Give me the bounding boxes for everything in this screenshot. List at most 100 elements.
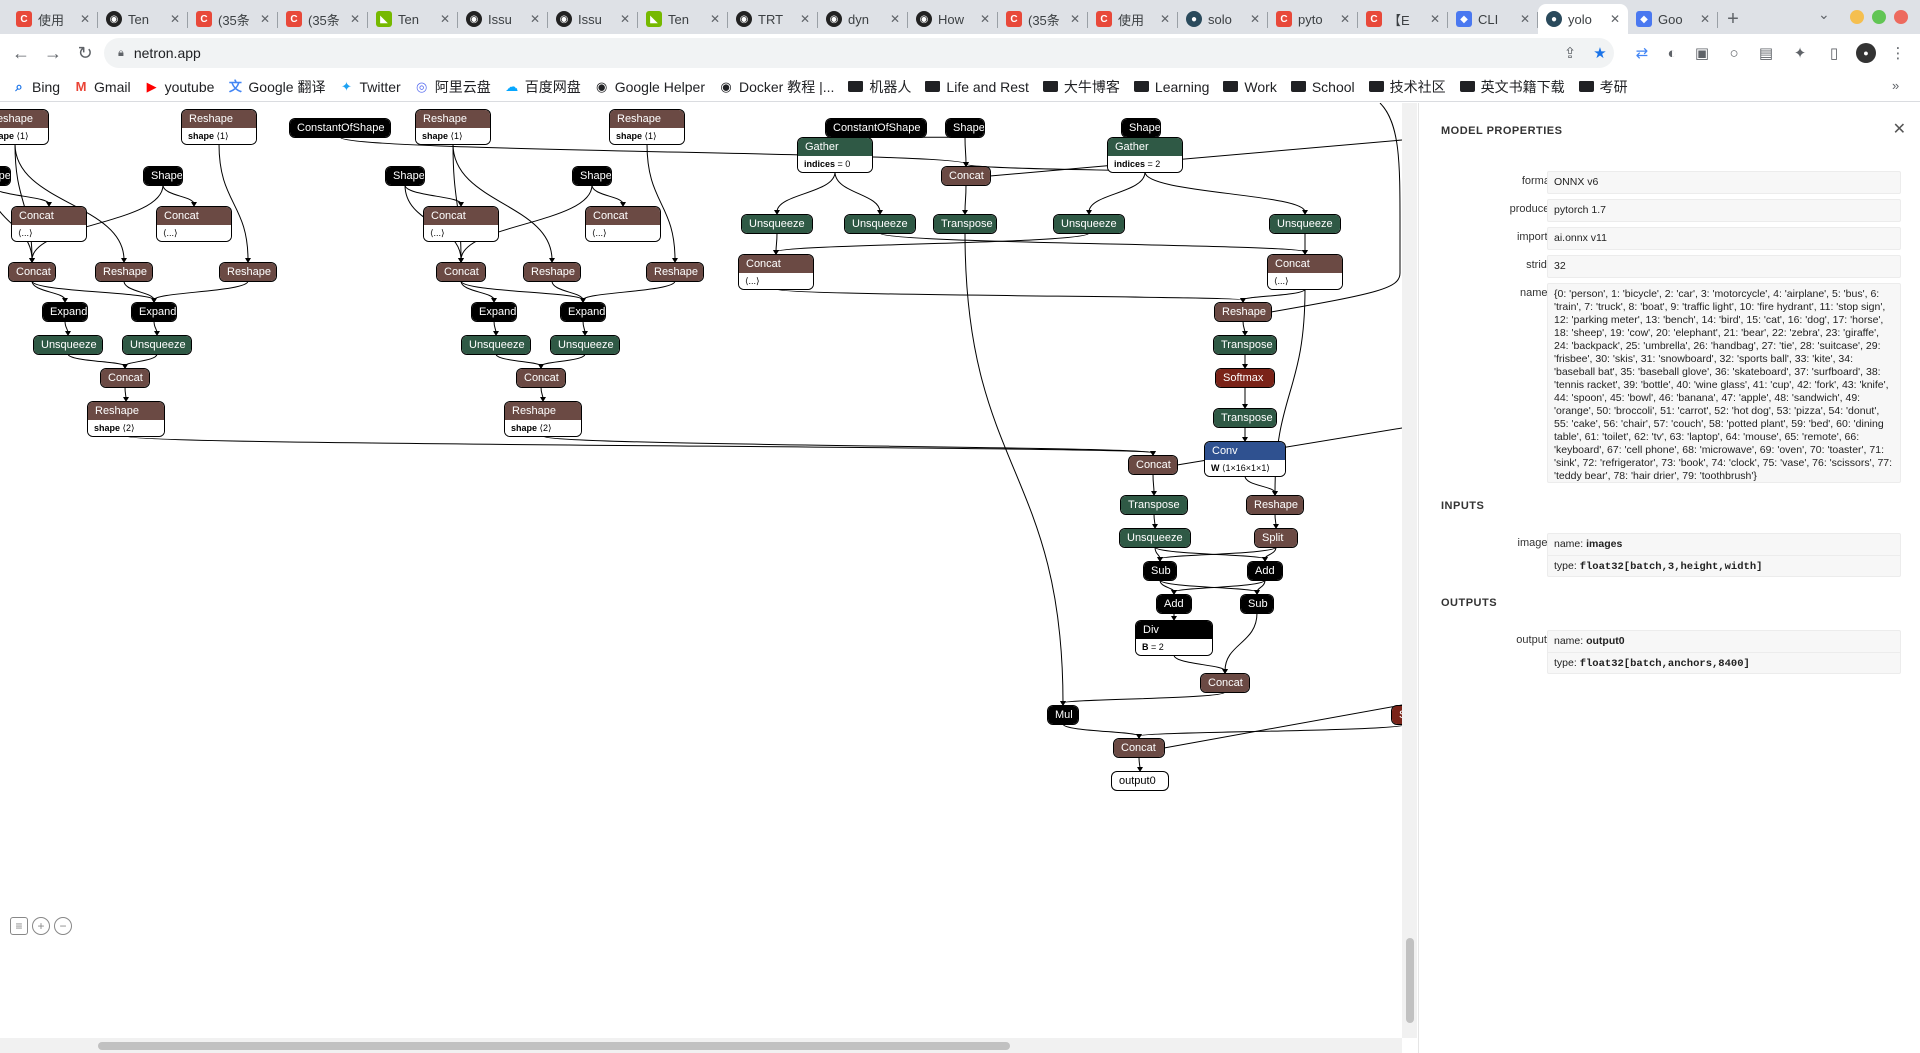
tab-close-icon[interactable]: ✕ [1610,12,1620,26]
bookmark-link[interactable]: ☁ 百度网盘 [505,77,581,97]
graph-node-unsqueeze[interactable]: Unsqueeze [462,336,530,354]
tab-close-icon[interactable]: ✕ [350,12,360,26]
extension-icon-2[interactable]: ▣ [1692,43,1712,63]
tab-close-icon[interactable]: ✕ [1250,12,1260,26]
browser-tab[interactable]: C (35条 ✕ [998,4,1088,34]
bookmark-folder[interactable]: School [1290,79,1355,95]
browser-tab[interactable]: C (35条 ✕ [188,4,278,34]
browser-tab[interactable]: ◉ Issu ✕ [458,4,548,34]
tab-close-icon[interactable]: ✕ [1520,12,1530,26]
graph-node-reshape[interactable]: Reshape [1247,496,1303,514]
graph-node-unsqueeze[interactable]: Unsqueeze [123,336,191,354]
output-box[interactable]: name: output0 type: float32[batch,anchor… [1547,630,1901,674]
graph-node-concat[interactable]: Concat ⟨...⟩ [1268,255,1342,289]
graph-node-expand[interactable]: Expand [43,303,87,321]
browser-tab[interactable]: ◉ dyn ✕ [818,4,908,34]
bookmarks-overflow-icon[interactable]: » [1892,78,1899,93]
browser-tab[interactable]: ◣ Ten ✕ [368,4,458,34]
graph-node-concat[interactable]: Concat [1114,739,1164,757]
browser-tab[interactable]: C 【E ✕ [1358,4,1448,34]
tab-close-icon[interactable]: ✕ [890,12,900,26]
browser-tab[interactable]: ◣ Ten ✕ [638,4,728,34]
extension-icon-3[interactable]: ○ [1724,43,1744,63]
graph-node-transpose[interactable]: Transpose [1214,336,1276,354]
graph-node-softmax[interactable]: Softmax [1216,369,1274,387]
tab-close-icon[interactable]: ✕ [710,12,720,26]
tab-close-icon[interactable]: ✕ [260,12,270,26]
browser-tab[interactable]: ◉ Issu ✕ [548,4,638,34]
maximize-button[interactable] [1872,10,1886,24]
tab-close-icon[interactable]: ✕ [620,12,630,26]
graph-node-constantofshape[interactable]: ConstantOfShape [290,119,390,137]
minimize-button[interactable] [1850,10,1864,24]
horizontal-scrollbar[interactable] [0,1038,1402,1053]
graph-node-unsqueeze[interactable]: Unsqueeze [551,336,619,354]
graph-node-shape[interactable]: Shape [1122,119,1160,137]
tab-close-icon[interactable]: ✕ [80,12,90,26]
graph-node-concat[interactable]: Concat ⟨...⟩ [739,255,813,289]
graph-node-div[interactable]: Div B = 2 [1136,621,1212,655]
graph-node-unsqueeze[interactable]: Unsqueeze [742,215,812,233]
graph-canvas[interactable]: Reshapeshape ⟨1⟩ Reshapeshape ⟨1⟩ Constant… [0,103,1402,1053]
zoom-in-icon[interactable]: + [32,917,50,935]
browser-tab[interactable]: C (35条 ✕ [278,4,368,34]
horizontal-scroll-thumb[interactable] [98,1042,1010,1050]
graph-node-unsqueeze[interactable]: Unsqueeze [845,215,915,233]
extension-icon[interactable]: ◐ [1662,43,1682,63]
bookmark-folder[interactable]: Life and Rest [925,79,1029,95]
graph-node-expand[interactable]: Expand [472,303,516,321]
input-box[interactable]: name: images type: float32[batch,3,heigh… [1547,533,1901,577]
browser-tab[interactable]: ◆ CLI ✕ [1448,4,1538,34]
graph-node-reshape[interactable]: Reshape [524,263,580,281]
bookmark-folder[interactable]: Learning [1133,79,1209,95]
sidebar-toggle-icon[interactable]: ≡ [10,917,28,935]
bookmark-link[interactable]: ✦ Twitter [339,79,401,95]
vertical-scroll-thumb[interactable] [1406,938,1414,1023]
browser-tab[interactable]: ◆ Goo ✕ [1628,4,1718,34]
graph-node-concat[interactable]: Concat [517,369,565,387]
tab-close-icon[interactable]: ✕ [440,12,450,26]
browser-tab[interactable]: Cpyto ✕ [1268,4,1358,34]
tab-close-icon[interactable]: ✕ [1070,12,1080,26]
graph-node-gather[interactable]: Gather indices = 2 [1108,138,1182,172]
bookmark-link[interactable]: 文 Google 翻译 [228,77,326,97]
tab-close-icon[interactable]: ✕ [1430,12,1440,26]
bookmark-folder[interactable]: 英文书籍下载 [1459,77,1565,97]
bookmark-link[interactable]: ▶ youtube [145,79,215,95]
graph-node-sig[interactable]: Sig [1392,706,1402,724]
graph-node-reshape[interactable]: Reshape [647,263,703,281]
graph-node-add[interactable]: Add [1157,595,1191,613]
tab-close-icon[interactable]: ✕ [1160,12,1170,26]
graph-node-conv[interactable]: Conv W ⟨1×16×1×1⟩ [1205,442,1285,476]
graph-node-concat[interactable]: Concat ⟨...⟩ [424,207,498,241]
graph-node-concat[interactable]: Concat [9,263,55,281]
graph-node-shape[interactable]: Shape [946,119,984,137]
bookmark-link[interactable]: M Gmail [74,79,131,95]
graph-node-reshape[interactable]: Reshapeshape ⟨1⟩ [182,110,256,144]
graph-node-reshape[interactable]: Reshape [1215,303,1271,321]
tab-close-icon[interactable]: ✕ [980,12,990,26]
graph-node-expand[interactable]: Expand [561,303,605,321]
puzzle-icon[interactable]: ✦ [1790,43,1810,63]
graph-node-gather[interactable]: Gather indices = 0 [798,138,872,172]
graph-node-expand[interactable]: Expand [132,303,176,321]
bookmark-link[interactable]: ◉ Google Helper [595,79,705,95]
graph-node-concat[interactable]: Concat [942,167,990,185]
graph-node-reshape[interactable]: Reshape shape ⟨2⟩ [88,402,164,436]
graph-node-reshape[interactable]: Reshapeshape ⟨1⟩ [610,110,684,144]
forward-button[interactable]: → [38,38,68,68]
graph-node-concat[interactable]: Concat [101,369,149,387]
tab-close-icon[interactable]: ✕ [1700,12,1710,26]
browser-tab[interactable]: ● yolo ✕ [1538,4,1628,34]
graph-node-reshape[interactable]: Reshape [220,263,276,281]
tab-search-icon[interactable]: ⌄ [1818,6,1830,23]
share-icon[interactable]: ⇪ [1560,43,1580,63]
graph-node-output0[interactable]: output0 [1112,772,1168,790]
bookmark-folder[interactable]: 考研 [1578,77,1628,97]
graph-node-transpose[interactable]: Transpose [934,215,996,233]
browser-tab[interactable]: ◉ TRT ✕ [728,4,818,34]
graph-node-transpose[interactable]: Transpose [1214,409,1276,427]
extension-icon-4[interactable]: ▤ [1756,43,1776,63]
bookmark-star-icon[interactable]: ★ [1590,43,1610,63]
graph-node-unsqueeze[interactable]: Unsqueeze [1270,215,1340,233]
